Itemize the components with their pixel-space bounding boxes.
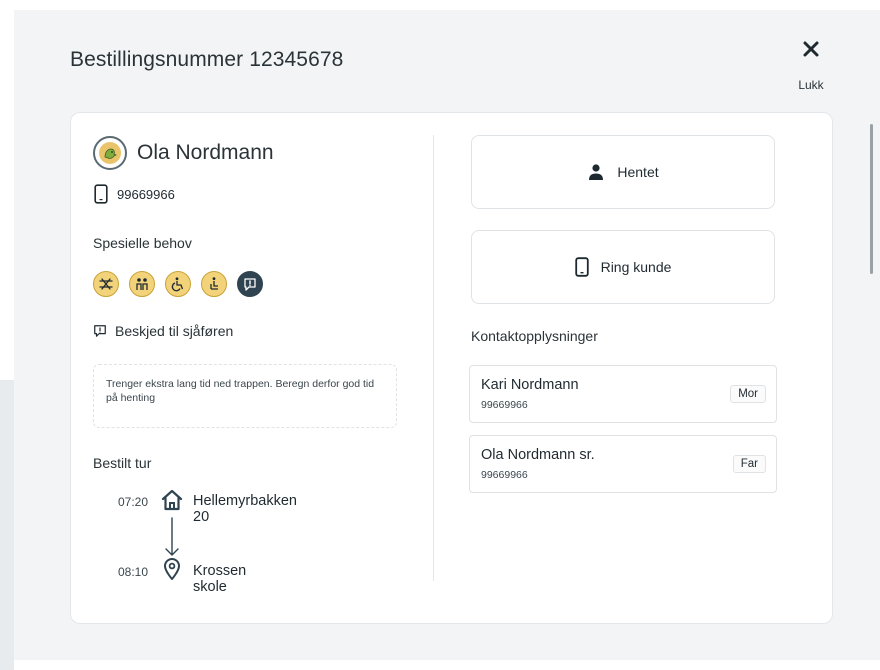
person-icon — [589, 164, 604, 180]
contact-relation-badge: Far — [732, 455, 766, 473]
backdrop-shape — [0, 380, 14, 670]
contact-phone: 99669966 — [481, 399, 528, 411]
trip-to-address: Krossen skole — [193, 563, 247, 595]
companion-icon — [129, 271, 155, 297]
contact-card[interactable]: Ola Nordmann sr. 99669966 Far — [469, 435, 777, 493]
trip-label: Bestilt tur — [93, 455, 152, 471]
location-pin-icon — [164, 558, 180, 580]
customer-phone-row: 99669966 — [94, 184, 175, 204]
picked-up-label: Hentet — [617, 164, 659, 180]
phone-icon — [574, 257, 589, 277]
contact-name: Ola Nordmann sr. — [481, 447, 595, 463]
trip-to-time: 08:10 — [118, 565, 149, 579]
contact-phone: 99669966 — [481, 469, 528, 481]
scrollbar[interactable] — [870, 124, 873, 274]
close-button[interactable]: Lukk — [786, 38, 836, 100]
dragon-icon — [99, 142, 121, 164]
contact-card[interactable]: Kari Nordmann 99669966 Mor — [469, 365, 777, 423]
phone-icon — [94, 184, 108, 204]
arrow-down-icon — [165, 517, 179, 556]
modal-title: Bestillingsnummer 12345678 — [70, 48, 344, 71]
order-modal: Bestillingsnummer 12345678 Lukk Ola Nord… — [14, 10, 880, 660]
home-icon — [161, 489, 183, 511]
wheelchair-assist-icon — [201, 271, 227, 297]
driver-message-header: Beskjed til sjåføren — [93, 323, 233, 339]
contact-relation-badge: Mor — [730, 385, 766, 403]
driver-message-label: Beskjed til sjåføren — [115, 323, 234, 339]
call-customer-button[interactable]: Ring kunde — [471, 230, 775, 304]
message-icon — [237, 271, 263, 297]
special-needs-icons — [93, 271, 263, 297]
driver-message-text: Trenger ekstra lang tid ned trappen. Ber… — [93, 364, 397, 428]
close-icon — [803, 41, 819, 57]
close-label: Lukk — [798, 78, 824, 92]
avatar — [93, 136, 127, 170]
order-card: Ola Nordmann 99669966 Spesielle behov Be… — [70, 112, 833, 624]
customer-name: Ola Nordmann — [137, 141, 274, 164]
special-needs-label: Spesielle behov — [93, 235, 192, 251]
speech-bubble-icon — [94, 325, 106, 337]
call-customer-label: Ring kunde — [600, 259, 672, 275]
trip-from-address: Hellemyrbakken 20 — [193, 493, 297, 525]
contact-name: Kari Nordmann — [481, 377, 579, 393]
allergy-icon — [93, 271, 119, 297]
contacts-label: Kontaktopplysninger — [471, 328, 598, 344]
picked-up-button[interactable]: Hentet — [471, 135, 775, 209]
column-divider — [433, 135, 434, 581]
wheelchair-icon — [165, 271, 191, 297]
trip-from-time: 07:20 — [118, 495, 149, 509]
customer-phone: 99669966 — [117, 186, 175, 202]
